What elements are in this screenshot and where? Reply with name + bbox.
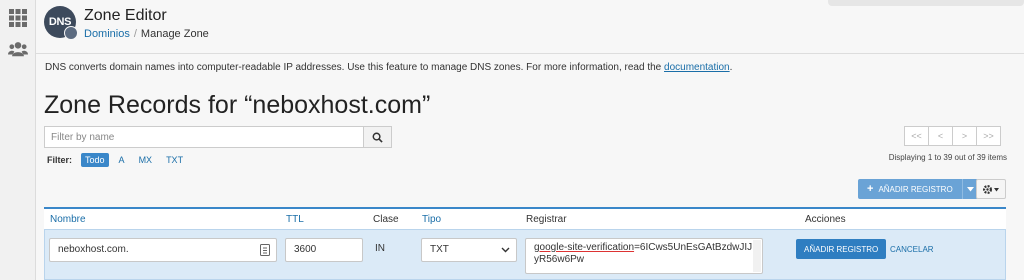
breadcrumb-dominios-link[interactable]: Dominios: [84, 28, 130, 40]
filter-label: Filter:: [47, 155, 73, 165]
pagination-status: Displaying 1 to 39 out of 39 items: [888, 153, 1007, 162]
record-type-select[interactable]: TXT: [421, 238, 517, 262]
column-header-clase: Clase: [373, 214, 399, 225]
filter-by-name-input[interactable]: [45, 127, 363, 147]
gear-icon: [982, 184, 999, 194]
add-record-button[interactable]: + AÑADIR REGISTRO: [858, 179, 962, 199]
last-page-button[interactable]: >>: [976, 126, 1001, 146]
users-icon[interactable]: [8, 39, 28, 59]
apps-grid-icon[interactable]: [8, 8, 28, 28]
page-title: Zone Records for “neboxhost.com”: [44, 91, 431, 119]
top-toolbar-edge: [828, 0, 1024, 6]
record-ttl-input[interactable]: 3600: [285, 238, 363, 262]
header-divider: [36, 53, 1024, 54]
documentation-link[interactable]: documentation: [664, 62, 730, 73]
side-rail: [0, 0, 36, 280]
plus-icon: +: [867, 183, 874, 195]
column-header-ttl[interactable]: TTL: [286, 214, 304, 225]
filter-option-a[interactable]: A: [119, 153, 125, 167]
add-record-group: + AÑADIR REGISTRO: [858, 179, 978, 199]
dns-logo-badge: [64, 26, 78, 40]
filter-option-mx[interactable]: MX: [139, 153, 153, 167]
record-data-underlined: google-site-verification: [534, 242, 635, 253]
zone-records-table-header: Nombre TTL Clase Tipo Registrar Acciones: [44, 207, 1006, 229]
column-header-nombre[interactable]: Nombre: [50, 214, 86, 225]
record-type-value: TXT: [430, 244, 449, 255]
column-header-acciones: Acciones: [805, 214, 846, 225]
column-header-registrar: Registrar: [526, 214, 567, 225]
filter-option-txt[interactable]: TXT: [166, 153, 183, 167]
filter-option-todo[interactable]: Todo: [81, 153, 109, 167]
caret-down-icon: [966, 186, 974, 191]
breadcrumb-separator: /: [133, 28, 137, 40]
record-name-value: neboxhost.com.: [58, 244, 129, 255]
settings-menu-button[interactable]: [976, 179, 1006, 199]
record-edit-row: neboxhost.com. 3600 IN TXT google-site-v…: [44, 229, 1006, 280]
app-title: Zone Editor: [84, 7, 167, 24]
column-header-tipo[interactable]: Tipo: [422, 214, 441, 225]
record-type-filter: Filter: Todo A MX TXT: [47, 153, 197, 167]
search-icon: [372, 132, 383, 143]
breadcrumb: Dominios / Manage Zone: [84, 28, 209, 40]
field-menu-icon[interactable]: [260, 244, 270, 256]
cancel-edit-link[interactable]: CANCELAR: [890, 245, 934, 254]
search-button[interactable]: [363, 127, 391, 147]
dns-logo: DNS: [44, 6, 78, 40]
record-data-textarea[interactable]: google-site-verification=6ICws5UnEsGAtBz…: [525, 238, 763, 274]
textarea-scrollbar[interactable]: [753, 240, 761, 272]
previous-page-button[interactable]: <: [928, 126, 953, 146]
search-box: [44, 126, 392, 148]
breadcrumb-current: Manage Zone: [140, 28, 209, 40]
next-page-button[interactable]: >: [952, 126, 977, 146]
page-description: DNS converts domain names into computer-…: [45, 62, 732, 73]
first-page-button[interactable]: <<: [904, 126, 929, 146]
pagination: << < > >>: [904, 126, 1001, 146]
description-text: DNS converts domain names into computer-…: [45, 62, 665, 73]
record-name-input[interactable]: neboxhost.com.: [49, 238, 277, 262]
add-record-label: AÑADIR REGISTRO: [878, 184, 953, 194]
record-class: IN: [375, 243, 385, 254]
description-period: .: [729, 62, 733, 73]
chevron-down-icon: [501, 247, 510, 253]
save-record-button[interactable]: AÑADIR REGISTRO: [796, 239, 887, 259]
